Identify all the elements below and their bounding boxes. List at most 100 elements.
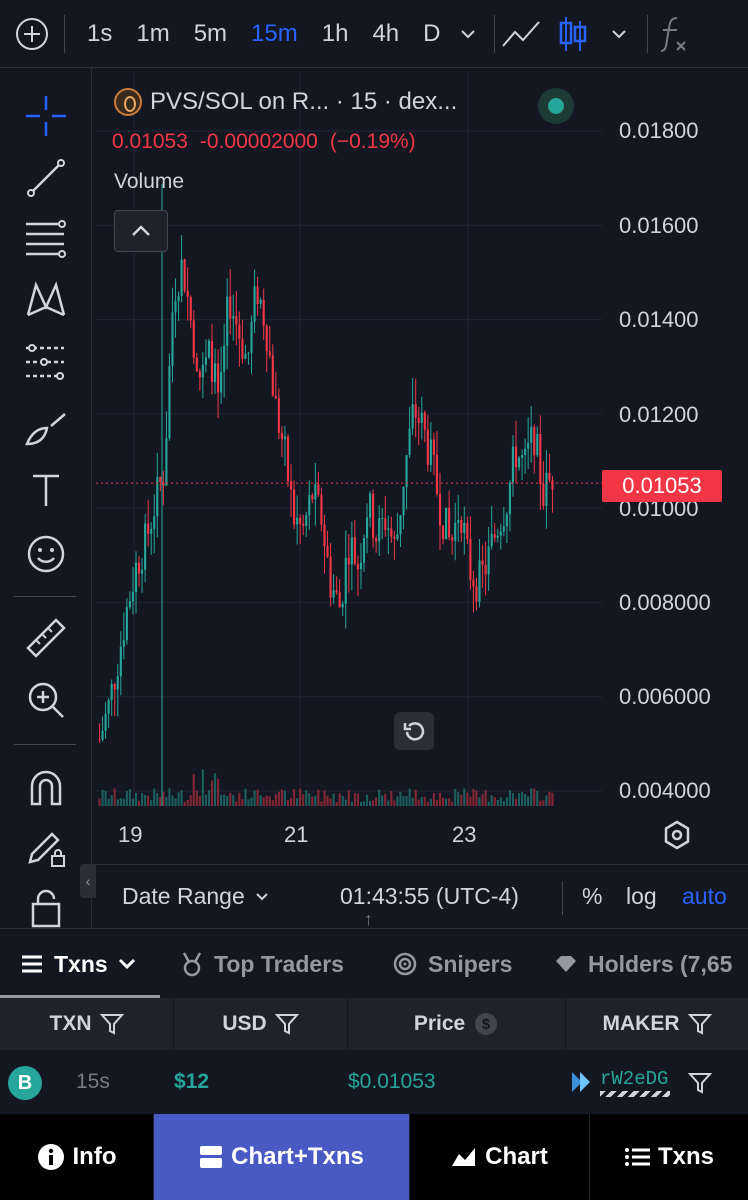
nav-info[interactable]: Info [0, 1114, 154, 1200]
tab-snipers[interactable]: Snipers [392, 929, 512, 999]
tab-holders[interactable]: Holders (7,65 [554, 929, 748, 999]
timeframe-15m[interactable]: 15m [239, 0, 310, 68]
candle-body [265, 325, 268, 352]
timeframe-1d[interactable]: D [411, 0, 452, 68]
timezone-clock[interactable]: 01:43:55 (UTC-4) [340, 883, 519, 910]
chart-settings-button[interactable] [662, 820, 692, 855]
candle-body [247, 352, 250, 354]
info-icon [37, 1143, 65, 1171]
column-maker[interactable]: MAKER [566, 998, 748, 1050]
add-indicator-button[interactable] [0, 0, 64, 68]
candle-body [432, 439, 435, 455]
zoom-tool[interactable] [20, 674, 72, 726]
nav-chart[interactable]: Chart [410, 1114, 590, 1200]
nav-txns[interactable]: Txns [590, 1114, 748, 1200]
filter-icon [274, 1014, 299, 1035]
candle-body [183, 259, 186, 291]
candle-body [323, 524, 326, 547]
market-status-indicator[interactable] [538, 88, 574, 124]
trend-line-tool[interactable] [20, 152, 72, 204]
candle-body [226, 296, 229, 346]
drawing-toolbar: ‹ [0, 68, 96, 928]
volume-bar [393, 800, 396, 806]
volume-bar [490, 795, 493, 806]
candle-body [283, 436, 287, 440]
text-tool[interactable] [20, 464, 72, 516]
volume-bar [484, 790, 487, 806]
indicators-button[interactable] [648, 0, 700, 68]
candle-body [253, 286, 256, 322]
timeframe-1m[interactable]: 1m [124, 0, 181, 68]
candle-body [274, 395, 277, 399]
brush-tool[interactable] [20, 404, 72, 456]
collapse-toolbar-button[interactable]: ‹ [80, 864, 96, 898]
timeframe-5m[interactable]: 5m [182, 0, 239, 68]
candle-body [119, 646, 122, 677]
column-usd[interactable]: USD [174, 998, 348, 1050]
volume-bar [289, 798, 293, 806]
candle-body [280, 432, 283, 440]
candle-body [241, 338, 244, 359]
tab-txns[interactable]: Txns [20, 929, 136, 999]
tab-top-traders[interactable]: Top Traders [180, 929, 344, 999]
volume-bar [438, 792, 442, 806]
candle-body [484, 564, 487, 575]
chart-pane[interactable]: PVS/SOL on R... · 15 · dex... 0.01053 -0.… [96, 74, 748, 864]
column-txn[interactable]: TXN [0, 998, 174, 1050]
volume-bar [369, 800, 372, 806]
ruler-icon [26, 618, 66, 658]
lock-drawing-tool[interactable] [20, 822, 72, 874]
forecasting-tool[interactable] [20, 336, 72, 388]
log-scale-toggle[interactable]: log [626, 883, 657, 910]
volume-bar [156, 793, 159, 806]
bottom-navigation: Info Chart+Txns Chart Txns [0, 1114, 748, 1200]
candle-body [238, 324, 241, 339]
timeframe-4h[interactable]: 4h [360, 0, 411, 68]
volume-bar [347, 790, 350, 806]
volume-bar [186, 799, 189, 806]
line-chart-type-button[interactable] [495, 0, 547, 68]
nav-chart-txns[interactable]: Chart+Txns [154, 1114, 410, 1200]
filter-icon[interactable] [688, 1072, 712, 1094]
candle-body [341, 603, 344, 608]
emoji-tool[interactable] [20, 528, 72, 580]
maker-address-link[interactable]: rW2eDG [600, 1068, 668, 1090]
percent-scale-toggle[interactable]: % [582, 883, 602, 910]
reset-chart-button[interactable] [394, 712, 434, 750]
lock-all-tool[interactable] [20, 888, 72, 928]
chart-type-dropdown[interactable] [599, 0, 639, 68]
toolbar-divider [64, 14, 65, 53]
table-row[interactable]: B 15s $12 $0.01053 rW2eDG [0, 1050, 748, 1114]
volume-bar [426, 801, 429, 806]
auto-scale-toggle[interactable]: auto [682, 883, 727, 910]
volume-bar [286, 800, 290, 806]
toolbar-divider [14, 744, 76, 745]
function-icon [661, 16, 687, 52]
column-price[interactable]: Price $ [348, 998, 566, 1050]
timeframe-dropdown[interactable] [452, 0, 484, 68]
measure-tool[interactable] [20, 612, 72, 664]
crosshair-tool[interactable] [20, 90, 72, 142]
symbol-legend[interactable]: PVS/SOL on R... · 15 · dex... [114, 88, 457, 116]
candle-body [289, 480, 293, 490]
candle-body [195, 357, 198, 372]
volume-bar [548, 791, 551, 806]
pattern-tool[interactable] [20, 274, 72, 326]
candle-body [353, 537, 356, 564]
volume-legend-label[interactable]: Volume [114, 170, 184, 194]
candles-chart-type-button[interactable] [547, 0, 599, 68]
date-range-dropdown[interactable]: Date Range [122, 883, 269, 910]
candle-body [122, 640, 125, 647]
zoom-in-icon [28, 682, 64, 718]
volume-bar [153, 788, 156, 806]
magnet-tool[interactable] [20, 762, 72, 814]
timeframe-1h[interactable]: 1h [310, 0, 361, 68]
volume-bar [496, 799, 499, 806]
candle-body [134, 562, 138, 593]
volume-bar [293, 789, 296, 806]
volume-bar [207, 790, 211, 806]
txn-price: $0.01053 [348, 1070, 436, 1093]
fib-retracement-tool[interactable] [20, 212, 72, 264]
timeframe-1s[interactable]: 1s [75, 0, 124, 68]
collapse-legend-button[interactable] [114, 210, 168, 252]
